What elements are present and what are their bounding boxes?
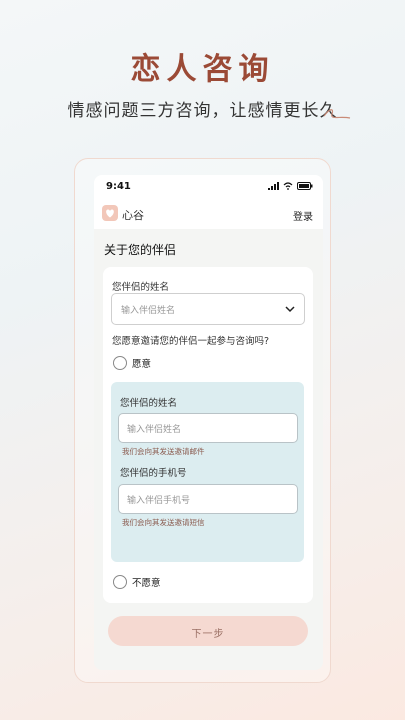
phone-label: 您伴侣的手机号 [120,468,187,479]
squiggle-decoration-icon [323,109,351,119]
heart-logo-icon [102,205,118,221]
unwilling-radio[interactable] [113,575,127,589]
partner-name-select[interactable]: 输入伴侣姓名 [111,293,305,325]
email-hint: 我们会向其发送邀请邮件 [122,447,205,456]
wifi-icon [283,182,293,190]
sms-hint: 我们会向其发送邀请短信 [122,518,205,527]
sub-name-label: 您伴侣的姓名 [120,398,178,409]
hero-title: 恋人咨询 [130,52,275,87]
status-bar: 9:41 [94,175,323,199]
unwilling-label: 不愿意 [132,578,161,589]
section-title: 关于您的伴侣 [104,243,177,257]
partner-invite-subform: 您伴侣的姓名 输入伴侣姓名 我们会向其发送邀请邮件 您伴侣的手机号 输入伴侣手机… [111,382,304,562]
login-link[interactable]: 登录 [293,208,313,223]
partner-name-input[interactable]: 输入伴侣姓名 [118,413,298,443]
phone-placeholder: 输入伴侣手机号 [127,496,191,506]
signal-icon [268,182,279,190]
phone-screen: 9:41 心谷 登录 关于您的伴侣 您伴侣的姓名 输入伴侣姓名 您愿意邀请您的伴… [94,175,323,670]
next-button[interactable]: 下一步 [108,616,308,646]
partner-name-placeholder: 输入伴侣姓名 [121,306,176,316]
willing-radio[interactable] [113,356,127,370]
app-name: 心谷 [122,209,144,222]
sub-name-placeholder: 输入伴侣姓名 [127,425,182,435]
partner-phone-input[interactable]: 输入伴侣手机号 [118,484,298,514]
status-time: 9:41 [106,181,131,192]
status-icons [268,182,313,190]
battery-icon [297,182,313,190]
partner-form-card: 您伴侣的姓名 输入伴侣姓名 您愿意邀请您的伴侣一起参与咨询吗? 愿意 您伴侣的姓… [103,267,313,603]
chevron-down-icon [285,306,295,313]
invite-question: 您愿意邀请您的伴侣一起参与咨询吗? [112,336,270,347]
next-button-label: 下一步 [191,629,225,640]
partner-name-label: 您伴侣的姓名 [112,282,170,293]
willing-label: 愿意 [132,359,152,370]
app-bar: 心谷 登录 [94,199,323,229]
